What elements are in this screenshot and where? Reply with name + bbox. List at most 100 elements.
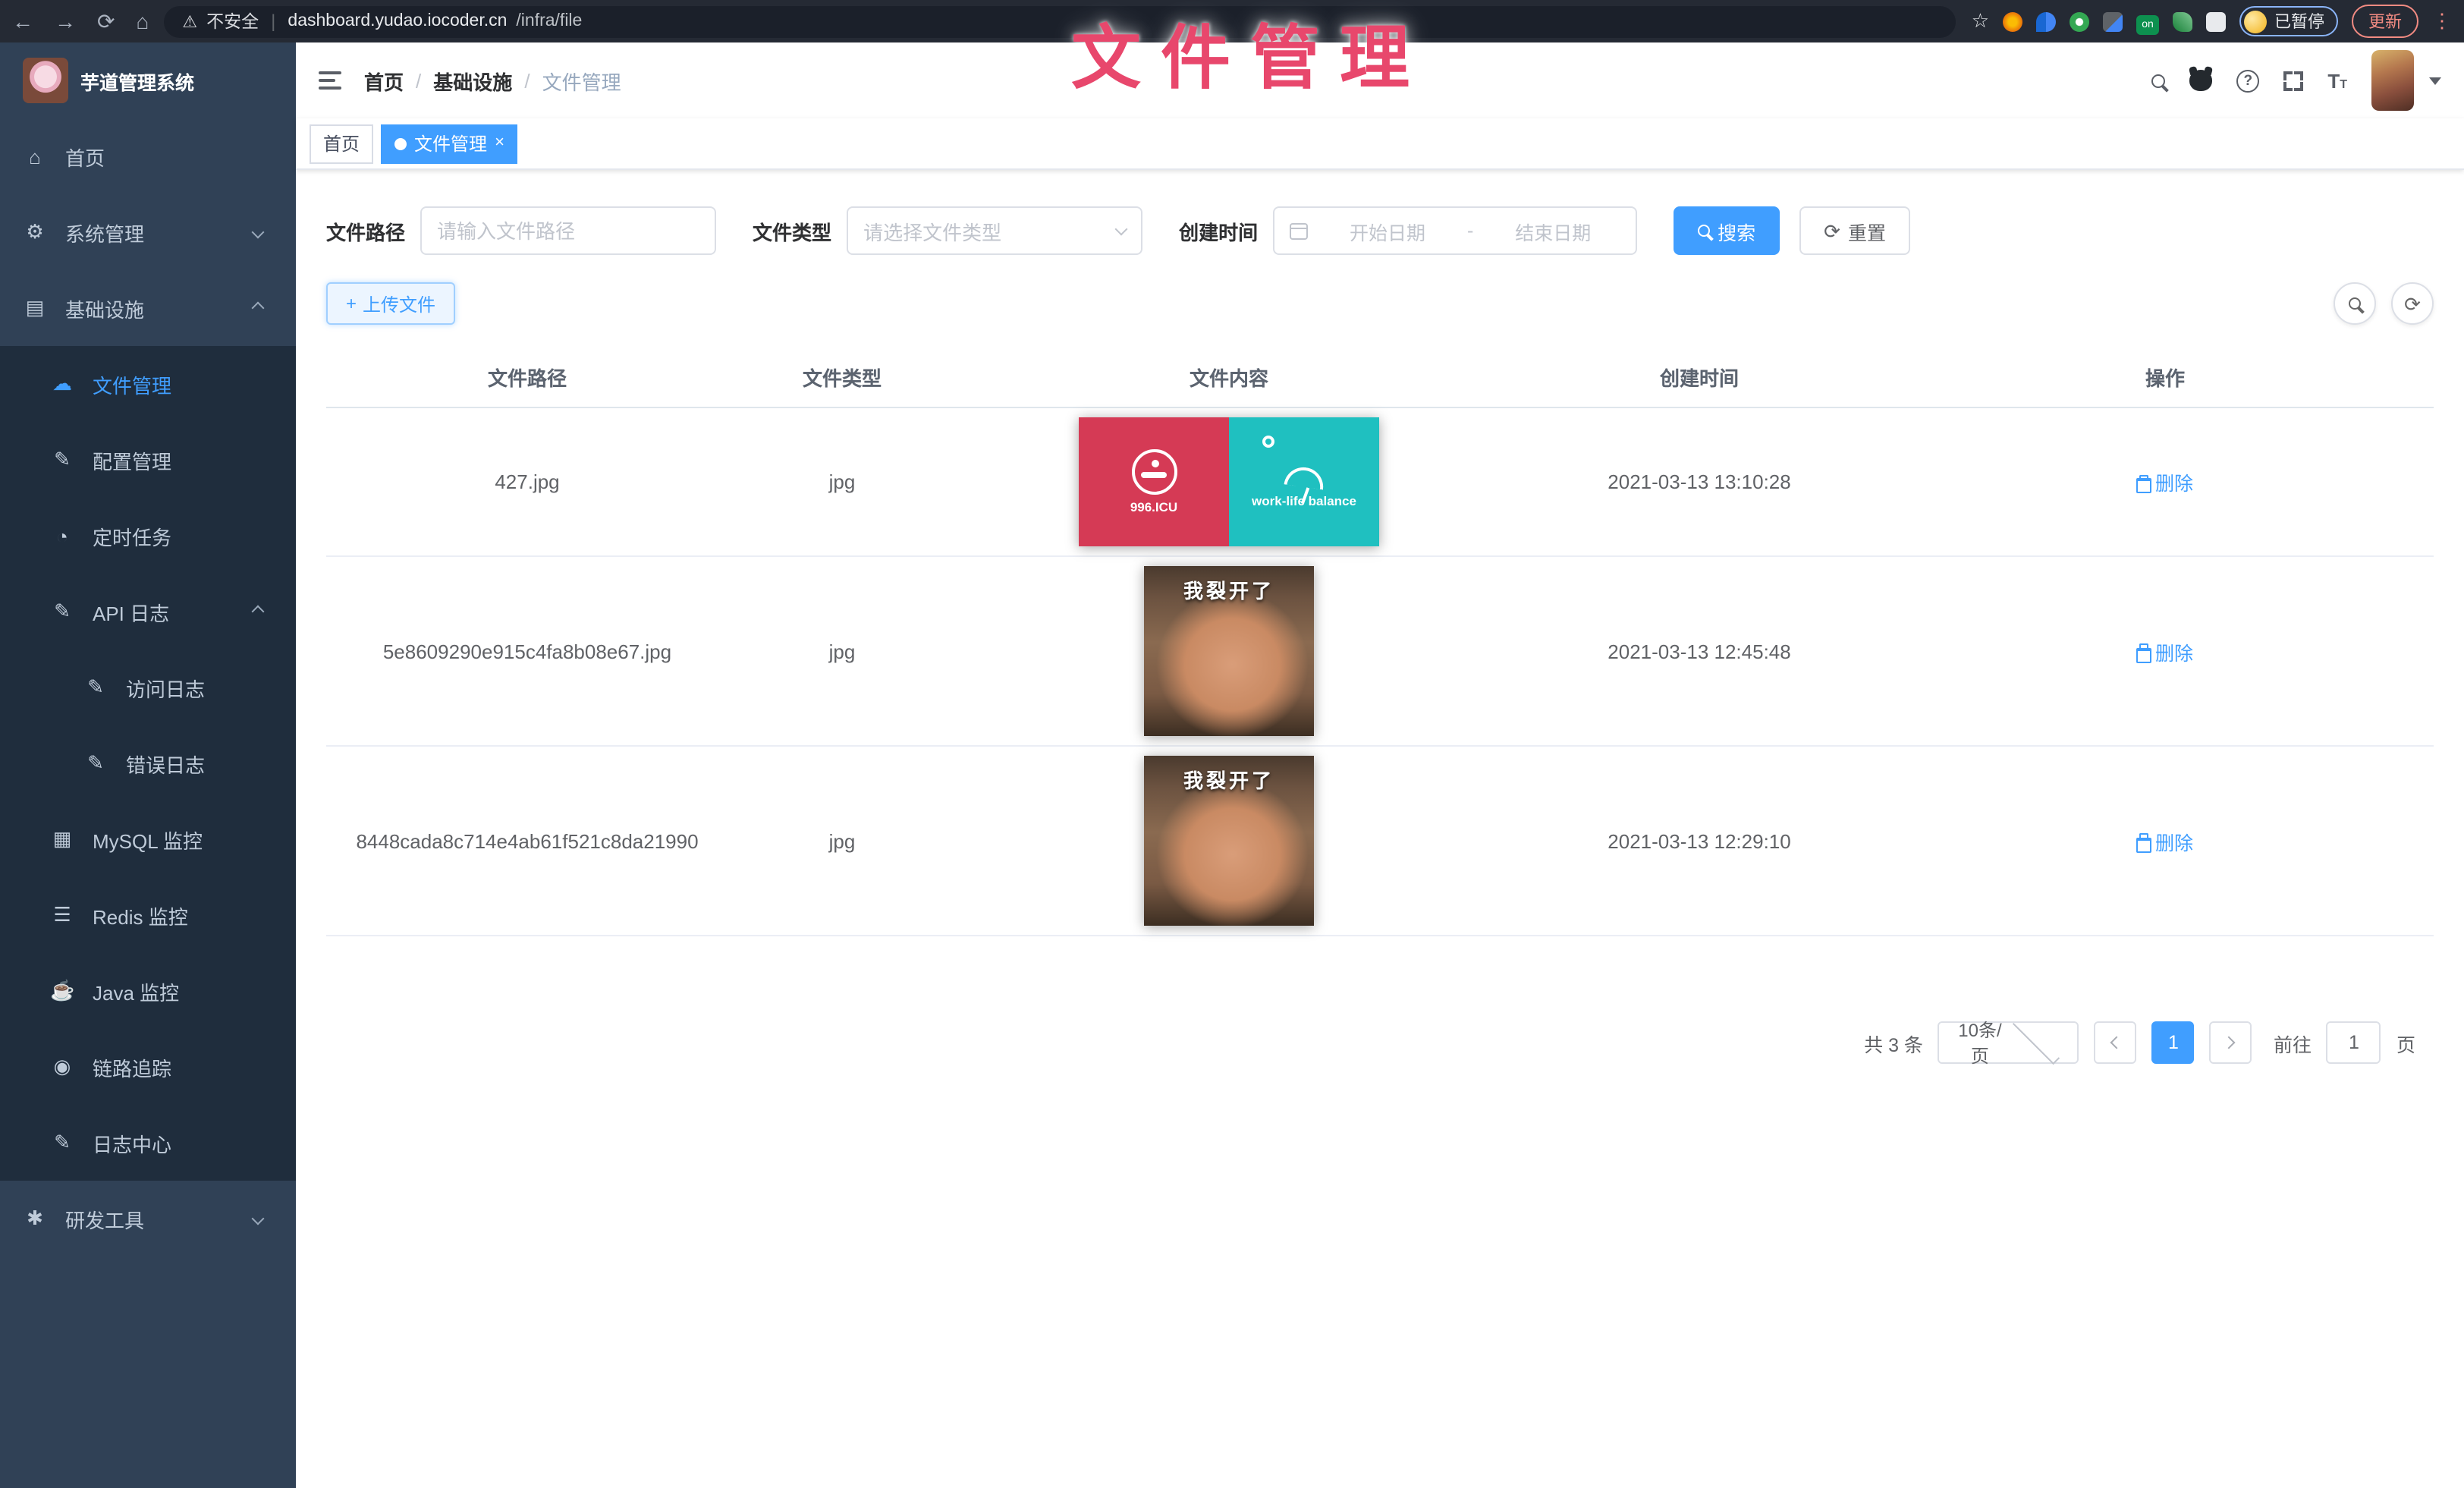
sidebar-item[interactable]: ☰Redis 监控 [0,877,296,953]
sidebar-item[interactable]: ☁文件管理 [0,346,296,422]
page-content: 文件路径 文件类型 请选择文件类型 创建时间 开始日期 - 结束日期 [296,170,2464,1488]
access-log-icon: ✎ [83,675,108,700]
browser-home-icon[interactable]: ⌂ [136,9,149,33]
cell-actions: 删除 [1897,628,2434,675]
search-icon[interactable] [2151,74,2165,87]
sidebar-item[interactable]: ◔定时任务 [0,498,296,574]
sidebar-item[interactable]: ▤基础设施 [0,270,296,346]
upload-file-button[interactable]: + 上传文件 [326,282,455,325]
tab-pauser-chip[interactable]: 已暂停 [2239,6,2338,36]
navbar: 首页/基础设施/文件管理 ? TT [296,42,2464,118]
page-number-button[interactable]: 1 [2152,1021,2195,1064]
reset-button[interactable]: ⟳ 重置 [1799,206,1910,255]
extension-grid-icon[interactable] [2103,11,2123,31]
sidebar-item-label: 错误日志 [126,749,296,778]
extension-on-badge[interactable]: on [2136,14,2159,34]
extension-green-circle-icon[interactable] [2070,11,2089,31]
browser-update-button[interactable]: 更新 [2352,5,2418,38]
breadcrumb-item[interactable]: 基础设施 [433,66,512,95]
refresh-icon: ⟳ [2404,294,2421,313]
toolbar: + 上传文件 ⟳ [326,282,2434,325]
file-preview-image[interactable]: 我裂开了 [1144,756,1314,926]
refresh-table-button[interactable]: ⟳ [2391,282,2434,325]
breadcrumb-item[interactable]: 首页 [364,66,404,95]
sidebar-item[interactable]: ✎ API 日志 [0,574,296,650]
search-button[interactable]: 搜索 [1674,206,1780,255]
toggle-search-button[interactable] [2334,282,2376,325]
url-host: dashboard.yudao.iocoder.cn [288,12,507,30]
extension-leaf-icon[interactable] [2173,11,2192,31]
sidebar-item[interactable]: ▦MySQL 监控 [0,801,296,877]
error-log-icon: ✎ [83,751,108,775]
file-path-input[interactable] [420,206,716,255]
cell-actions: 删除 [1897,817,2434,864]
goto-page-input[interactable] [2327,1021,2381,1064]
help-icon[interactable]: ? [2236,69,2259,92]
refresh-icon: ⟳ [1824,221,1840,241]
sidebar-item-label: 研发工具 [65,1204,253,1233]
api-log-icon: ✎ [50,599,74,624]
sidebar-item[interactable]: ✱研发工具 [0,1181,296,1257]
cell-file-path: 8448cada8c714e4ab61f521c8da21990 [326,820,728,861]
tab-active[interactable]: 文件管理× [381,124,518,163]
column-header: 文件路径 [326,346,728,407]
sidebar-item[interactable]: ☕Java 监控 [0,953,296,1029]
prev-page-button[interactable] [2095,1021,2137,1064]
table-body: 427.jpgjpg996.ICUwork-life balance2021-0… [326,408,2434,936]
sidebar-item-label: API 日志 [93,597,253,626]
sidebar-item[interactable]: ✎配置管理 [0,422,296,498]
sidebar-item[interactable]: ✎日志中心 [0,1105,296,1181]
browser-back-icon[interactable]: ← [12,9,33,33]
cell-file-type: jpg [728,820,956,861]
hamburger-icon[interactable] [319,71,341,90]
trash-icon [2137,833,2151,848]
extensions-puzzle-icon[interactable] [2206,11,2226,31]
sidebar-item[interactable]: ◉链路追踪 [0,1029,296,1105]
cell-file-content: 我裂开了 [956,557,1502,745]
next-page-button[interactable] [2210,1021,2252,1064]
page-size-select[interactable]: 10条/页 [1938,1021,2079,1064]
table-row: 427.jpgjpg996.ICUwork-life balance2021-0… [326,408,2434,557]
cell-file-content: 996.ICUwork-life balance [956,408,1502,555]
column-header: 操作 [1897,346,2434,407]
cell-file-path: 5e8609290e915c4fa8b08e67.jpg [326,631,728,672]
sidebar-item[interactable]: ⚙系统管理 [0,194,296,270]
log-center-icon: ✎ [50,1131,74,1155]
file-path-label: 文件路径 [326,216,405,245]
close-icon[interactable]: × [495,135,504,152]
github-icon[interactable] [2189,70,2212,91]
browser-menu-icon[interactable]: ⋮ [2432,9,2452,33]
cell-created-time: 2021-03-13 12:45:48 [1502,631,1897,672]
browser-forward-icon[interactable]: → [55,9,76,33]
cell-actions: 删除 [1897,458,2434,505]
avatar-caret-icon[interactable] [2429,77,2441,84]
font-size-icon[interactable]: TT [2327,69,2347,92]
chevron-up-icon [252,302,265,315]
delete-button-label: 删除 [2155,637,2193,665]
chevron-down-icon [2013,1017,2060,1064]
sidebar-item[interactable]: ⌂首页 [0,118,296,194]
delete-button[interactable]: 删除 [2137,826,2193,855]
extension-gear-icon[interactable] [2003,11,2022,31]
banner-996-panel: 996.ICU [1079,417,1229,546]
sidebar-item[interactable]: ✎ 错误日志 [0,725,296,801]
cell-created-time: 2021-03-13 12:29:10 [1502,820,1897,861]
delete-button[interactable]: 删除 [2137,467,2193,496]
banner-balance-panel: work-life balance [1229,417,1379,546]
file-type-select[interactable]: 请选择文件类型 [847,206,1142,255]
active-dot-icon [394,137,407,149]
file-preview-image[interactable]: 我裂开了 [1144,566,1314,736]
delete-button[interactable]: 删除 [2137,637,2193,665]
browser-reload-icon[interactable]: ⟳ [97,8,115,34]
paused-label: 已暂停 [2274,9,2324,33]
date-range-picker[interactable]: 开始日期 - 结束日期 [1273,206,1637,255]
file-preview-image[interactable]: 996.ICUwork-life balance [1079,417,1379,546]
app-logo-row[interactable]: 芋道管理系统 [0,42,296,118]
tab-item[interactable]: 首页 [310,124,373,163]
extension-pin-icon[interactable] [2036,11,2056,31]
sidebar-item[interactable]: ✎访问日志 [0,650,296,725]
avatar[interactable] [2371,50,2414,111]
fullscreen-icon[interactable] [2283,71,2303,90]
address-bar[interactable]: ⚠ 不安全 | dashboard.yudao.iocoder.cn /infr… [164,5,1956,37]
bookmark-star-icon[interactable]: ☆ [1972,9,1989,33]
